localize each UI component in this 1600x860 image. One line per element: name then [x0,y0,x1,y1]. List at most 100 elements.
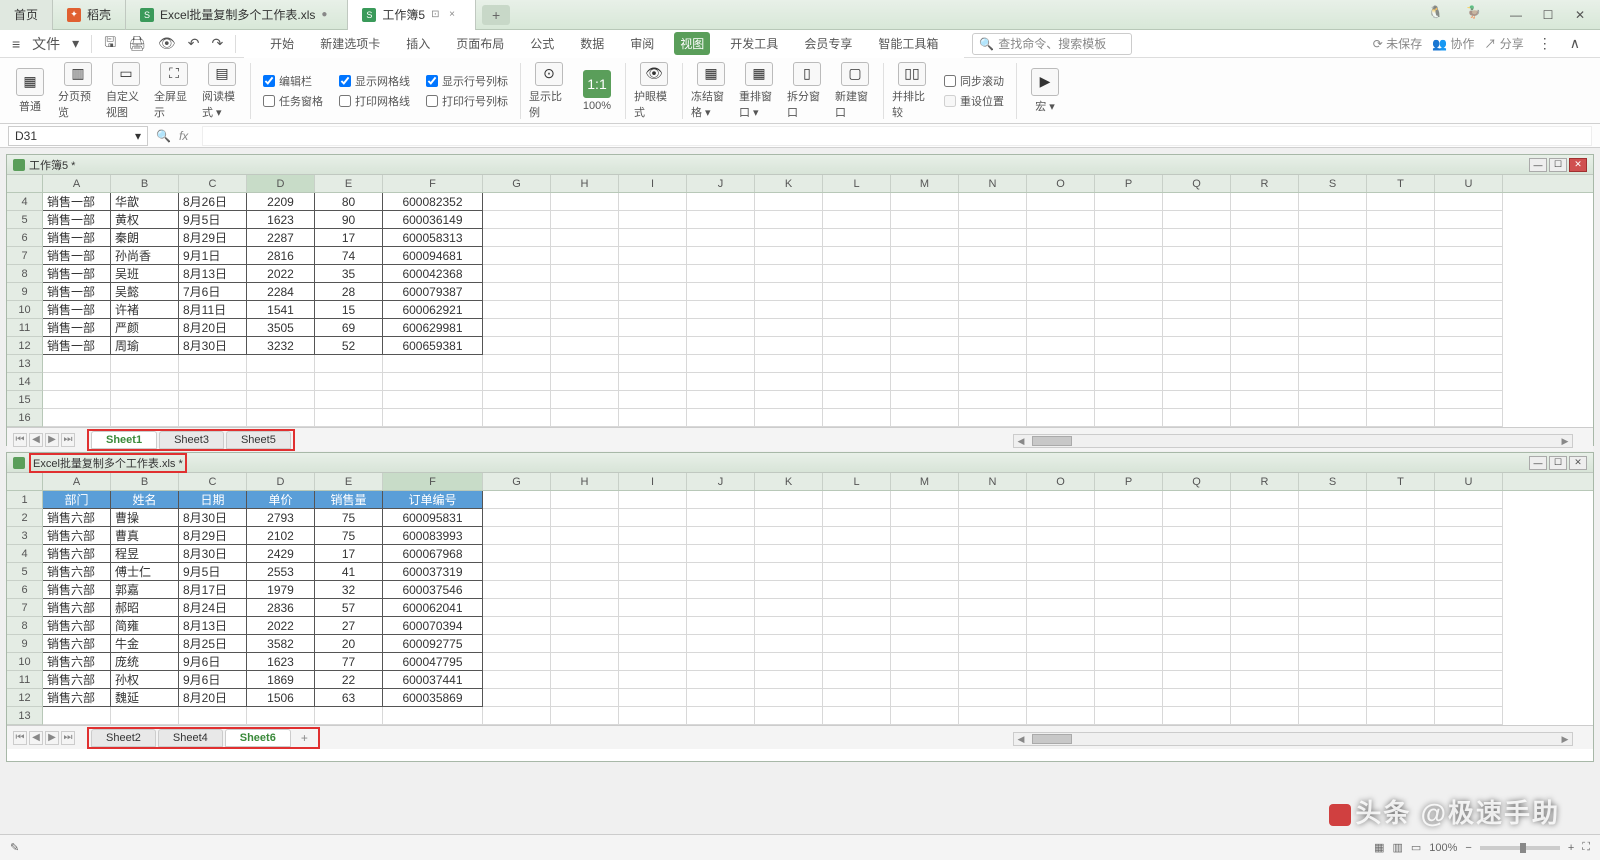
ribbon-tab[interactable]: 会员专享 [798,32,858,55]
ribbon-tab[interactable]: 公式 [524,32,560,55]
cell[interactable] [823,653,891,671]
cell[interactable] [1095,527,1163,545]
cell[interactable]: 孙尚香 [111,247,179,265]
cell[interactable] [111,391,179,409]
cell[interactable] [551,283,619,301]
cell[interactable]: 20 [315,635,383,653]
row-header[interactable]: 1 [7,491,43,509]
cell[interactable] [1435,265,1503,283]
cell[interactable] [687,563,755,581]
cell[interactable] [619,635,687,653]
cell[interactable]: 8月26日 [179,193,247,211]
cell[interactable] [1299,247,1367,265]
cell[interactable] [383,391,483,409]
cell[interactable] [1299,671,1367,689]
cell[interactable]: 销售六部 [43,671,111,689]
cell[interactable] [1367,599,1435,617]
cell[interactable]: 600037546 [383,581,483,599]
tab-docer[interactable]: ✦稻壳 [53,0,126,30]
cell[interactable]: 简雍 [111,617,179,635]
cell[interactable] [619,509,687,527]
column-header[interactable]: Q [1163,473,1231,490]
cell[interactable]: 1541 [247,301,315,319]
cell[interactable] [1163,247,1231,265]
cell[interactable] [551,581,619,599]
cell[interactable] [1095,373,1163,391]
cell[interactable] [823,509,891,527]
ribbon-button[interactable]: ▦普通 [10,62,50,120]
cell[interactable] [1027,265,1095,283]
cell[interactable] [551,211,619,229]
cell[interactable] [755,707,823,725]
command-search[interactable]: 🔍查找命令、搜索模板 [972,33,1132,55]
cell[interactable] [483,337,551,355]
cell[interactable]: 9月6日 [179,653,247,671]
ribbon-button[interactable]: 1:1100% [577,62,617,120]
cell[interactable] [1231,409,1299,427]
first-sheet-icon[interactable]: ⏮ [13,731,27,745]
cell[interactable] [687,599,755,617]
cell[interactable] [1231,563,1299,581]
cell[interactable] [823,599,891,617]
cell[interactable]: 魏延 [111,689,179,707]
cell[interactable] [891,563,959,581]
cell[interactable] [1231,599,1299,617]
cell[interactable] [823,301,891,319]
cell[interactable] [111,409,179,427]
cell[interactable] [1367,301,1435,319]
cell[interactable] [891,337,959,355]
row-header[interactable]: 5 [7,563,43,581]
cell[interactable] [891,635,959,653]
cell[interactable] [755,355,823,373]
cell[interactable] [959,509,1027,527]
cell[interactable]: 600037441 [383,671,483,689]
select-all-corner[interactable] [7,473,43,490]
cell[interactable] [383,373,483,391]
sheet-tab[interactable]: Sheet5 [226,431,291,449]
column-header[interactable]: U [1435,473,1503,490]
cell[interactable] [1367,373,1435,391]
cell[interactable] [619,491,687,509]
column-header[interactable]: A [43,175,111,192]
cell[interactable]: 销售一部 [43,265,111,283]
column-header[interactable]: E [315,175,383,192]
cell[interactable] [551,545,619,563]
cell[interactable] [687,509,755,527]
cell[interactable] [687,635,755,653]
cell[interactable] [959,617,1027,635]
row-header[interactable]: 10 [7,653,43,671]
column-header[interactable]: B [111,175,179,192]
cell[interactable]: 2209 [247,193,315,211]
cell[interactable] [1299,283,1367,301]
collapse-ribbon-icon[interactable]: ∧ [1566,33,1584,54]
cell[interactable]: 3582 [247,635,315,653]
next-sheet-icon[interactable]: ▶ [45,731,59,745]
cell[interactable]: 17 [315,229,383,247]
column-header[interactable]: T [1367,473,1435,490]
cell[interactable] [823,707,891,725]
cell[interactable] [483,707,551,725]
cell[interactable]: 销售六部 [43,563,111,581]
cell[interactable]: 销售六部 [43,653,111,671]
cell[interactable] [823,319,891,337]
cell[interactable]: 销售一部 [43,211,111,229]
cell[interactable]: 华歆 [111,193,179,211]
prev-sheet-icon[interactable]: ◀ [29,433,43,447]
coop-button[interactable]: 👥 协作 [1432,35,1474,52]
cell[interactable] [959,247,1027,265]
ribbon-button[interactable]: ▦重排窗口 ▾ [739,62,779,120]
cell[interactable] [551,247,619,265]
column-header[interactable]: G [483,473,551,490]
cell[interactable] [483,211,551,229]
cell[interactable] [1299,563,1367,581]
cell[interactable]: 2284 [247,283,315,301]
cell[interactable] [551,689,619,707]
cell[interactable] [959,391,1027,409]
cell[interactable] [619,265,687,283]
column-header[interactable]: D [247,473,315,490]
cell[interactable] [483,229,551,247]
column-header[interactable]: M [891,473,959,490]
cell[interactable] [1231,491,1299,509]
cell[interactable] [1367,689,1435,707]
cell[interactable] [1163,193,1231,211]
